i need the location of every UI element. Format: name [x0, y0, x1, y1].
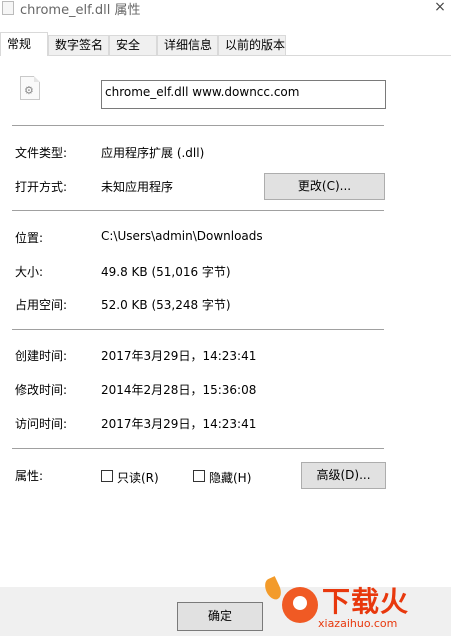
tab-digital-signatures[interactable]: 数字签名 [48, 35, 109, 55]
readonly-label[interactable]: 只读(R) [117, 469, 159, 486]
accessed-value: 2017年3月29日，14:23:41 [101, 417, 257, 431]
modified-label: 修改时间: [15, 383, 68, 397]
attributes-label: 属性: [15, 469, 44, 483]
readonly-checkbox[interactable] [101, 470, 113, 482]
hidden-checkbox[interactable] [193, 470, 205, 482]
size-on-disk-label: 占用空间: [15, 298, 68, 312]
location-label: 位置: [15, 231, 44, 245]
tab-bar: 常规 数字签名 安全 详细信息 以前的版本 [0, 32, 451, 56]
general-panel: ⚙ chrome_elf.dll www.downcc.com 文件类型: 应用… [0, 56, 451, 587]
opens-with-label: 打开方式: [15, 180, 68, 194]
gear-icon: ⚙ [24, 84, 34, 97]
window-title: chrome_elf.dll 属性 [20, 3, 141, 18]
tab-details[interactable]: 详细信息 [157, 35, 218, 55]
modified-value: 2014年2月28日，15:36:08 [101, 383, 257, 397]
page-fold-icon [34, 76, 40, 82]
size-on-disk-value: 52.0 KB (53,248 字节) [101, 298, 231, 312]
location-value: C:\Users\admin\Downloads [101, 229, 263, 243]
watermark-download-icon [282, 587, 318, 623]
separator [12, 125, 384, 126]
advanced-button[interactable]: 高级(D)... [301, 462, 386, 489]
separator [12, 210, 384, 211]
created-label: 创建时间: [15, 349, 68, 363]
file-name-input[interactable]: chrome_elf.dll www.downcc.com [101, 80, 386, 109]
close-button[interactable]: × [429, 0, 451, 18]
file-type-value: 应用程序扩展 (.dll) [101, 146, 205, 160]
hidden-label[interactable]: 隐藏(H) [209, 469, 251, 486]
size-label: 大小: [15, 265, 44, 279]
watermark-brand: 下载火 [322, 585, 410, 618]
size-value: 49.8 KB (51,016 字节) [101, 265, 231, 279]
tab-security[interactable]: 安全 [109, 35, 157, 55]
tab-general[interactable]: 常规 [0, 32, 48, 56]
ok-button[interactable]: 确定 [177, 602, 263, 631]
dll-file-icon: ⚙ [20, 76, 40, 100]
file-icon [2, 1, 14, 15]
separator [12, 329, 384, 330]
title-bar: chrome_elf.dll 属性 × [0, 0, 451, 32]
file-type-label: 文件类型: [15, 146, 68, 160]
accessed-label: 访问时间: [15, 417, 68, 431]
watermark-site: xiazaihuo.com [318, 617, 398, 630]
tab-previous-versions[interactable]: 以前的版本 [218, 35, 286, 55]
separator [12, 448, 384, 449]
opens-with-value: 未知应用程序 [101, 180, 174, 194]
change-button[interactable]: 更改(C)... [264, 173, 385, 200]
created-value: 2017年3月29日，14:23:41 [101, 349, 257, 363]
